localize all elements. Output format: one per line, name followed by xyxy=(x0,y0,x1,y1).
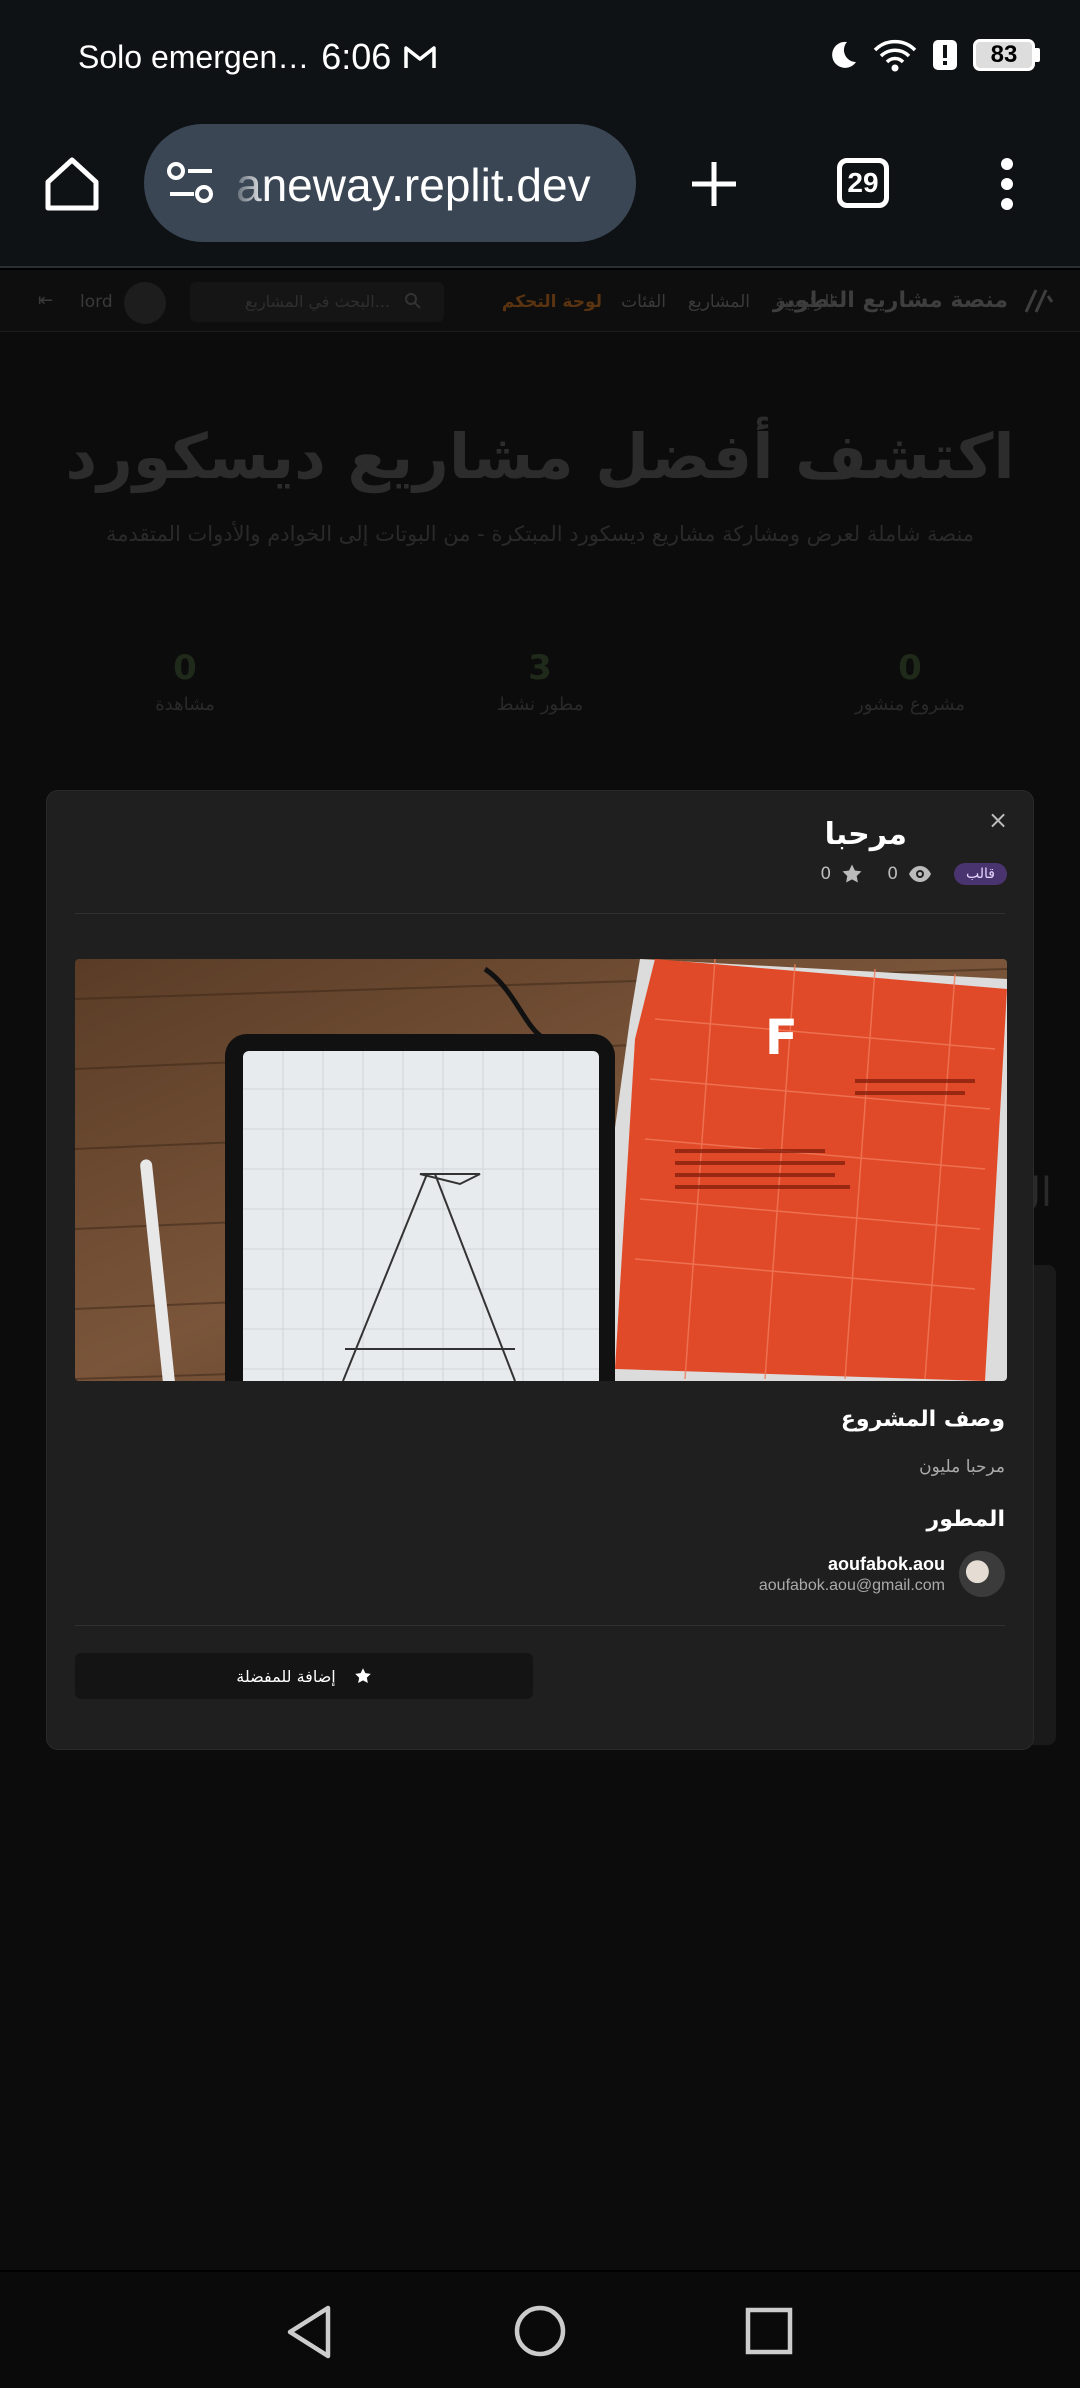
site-navbar: منصة مشاريع التطوير الرئيسية المشاريع ال… xyxy=(0,270,1080,332)
project-meta: 0 0 قالب xyxy=(820,863,1007,885)
project-details-modal: × مرحبا 0 0 قالب F وصف المشروع مرحبا ملي… xyxy=(46,790,1034,1750)
stat-projects: 0 مشروع منشور xyxy=(810,648,1010,715)
battery-tip xyxy=(1035,48,1040,62)
stat-value: 0 xyxy=(173,648,197,688)
status-left: Solo emergen… 6:06 xyxy=(78,36,437,78)
search-input[interactable]: البحث في المشاريع... xyxy=(190,282,444,322)
star-icon xyxy=(842,864,862,883)
description-heading: وصف المشروع xyxy=(840,1407,1005,1432)
nav-link-projects[interactable]: المشاريع xyxy=(688,292,750,312)
search-icon xyxy=(405,293,421,309)
svg-text:F: F xyxy=(765,1010,798,1066)
back-icon[interactable] xyxy=(284,2304,334,2360)
stat-label: مطور نشط xyxy=(496,694,584,715)
stat-views: 0 مشاهدة xyxy=(85,648,285,715)
stat-developers: 3 مطور نشط xyxy=(440,648,640,715)
eye-icon xyxy=(909,866,932,882)
add-to-favorites-button[interactable]: إضافة للمفضلة xyxy=(75,1653,533,1699)
nav-link-home[interactable]: الرئيسية xyxy=(775,292,834,312)
developer-text: aoufabok.aou aoufabok.aou@gmail.com xyxy=(759,1554,945,1595)
tab-switcher-button[interactable]: 29 xyxy=(837,158,889,208)
url-text: aneway.replit.dev xyxy=(236,159,591,211)
project-image: F xyxy=(75,959,1007,1381)
site-settings-icon[interactable] xyxy=(166,160,216,206)
alert-icon xyxy=(933,40,957,70)
developer-heading: المطور xyxy=(926,1507,1005,1532)
system-navigation-bar xyxy=(0,2272,1080,2388)
wifi-icon xyxy=(873,39,917,72)
divider xyxy=(75,1625,1005,1626)
developer-info: aoufabok.aou aoufabok.aou@gmail.com xyxy=(759,1551,1005,1597)
stat-label: مشروع منشور xyxy=(855,694,965,715)
logo-icon xyxy=(1024,289,1054,313)
recents-icon[interactable] xyxy=(744,2306,794,2356)
address-bar[interactable]: aneway.replit.dev xyxy=(144,124,636,242)
project-photo: F xyxy=(75,959,1007,1381)
new-tab-icon[interactable] xyxy=(688,158,740,210)
logout-icon[interactable]: ⇤ xyxy=(38,290,53,311)
star-icon xyxy=(354,1668,371,1683)
status-right: 83 xyxy=(825,38,1040,72)
stat-label: مشاهدة xyxy=(155,694,215,715)
developer-email: aoufabok.aou@gmail.com xyxy=(758,1576,945,1594)
modal-title: مرحبا xyxy=(824,817,907,852)
username[interactable]: lord xyxy=(80,292,113,312)
hero-title: اكتشف أفضل مشاريع ديسكورد xyxy=(65,420,1015,493)
hero-subtitle: منصة شاملة لعرض ومشاركة مشاريع ديسكورد ا… xyxy=(105,522,975,546)
moon-icon xyxy=(832,41,856,68)
favorite-label: إضافة للمفضلة xyxy=(236,1666,336,1686)
gmail-icon xyxy=(404,46,437,68)
user-avatar[interactable] xyxy=(124,282,166,324)
browser-toolbar: aneway.replit.dev 29 xyxy=(0,118,1080,268)
home-circle-icon[interactable] xyxy=(513,2304,567,2358)
category-badge: قالب xyxy=(954,863,1007,885)
description-text: مرحبا مليون xyxy=(919,1457,1005,1477)
url-fade xyxy=(228,124,268,242)
developer-name: aoufabok.aou xyxy=(827,1553,945,1574)
home-icon[interactable] xyxy=(40,152,104,216)
developer-avatar xyxy=(959,1551,1005,1597)
divider xyxy=(75,913,1005,914)
battery-level: 83 xyxy=(973,39,1035,71)
views-count: 0 xyxy=(887,864,899,884)
battery-indicator: 83 xyxy=(973,39,1040,71)
stars-count: 0 xyxy=(820,864,832,884)
status-bar: Solo emergen… 6:06 83 xyxy=(0,0,1080,118)
search-placeholder: البحث في المشاريع... xyxy=(244,292,390,311)
nav-link-dashboard[interactable]: لوحة التحكم xyxy=(502,292,602,312)
nav-link-categories[interactable]: الفئات xyxy=(621,292,666,312)
stat-value: 3 xyxy=(528,648,552,688)
more-menu-icon[interactable] xyxy=(994,156,1020,212)
clock: 6:06 xyxy=(321,36,392,77)
carrier-text: Solo emergen… xyxy=(78,38,310,75)
close-button[interactable]: × xyxy=(983,805,1013,835)
stat-value: 0 xyxy=(898,648,922,688)
